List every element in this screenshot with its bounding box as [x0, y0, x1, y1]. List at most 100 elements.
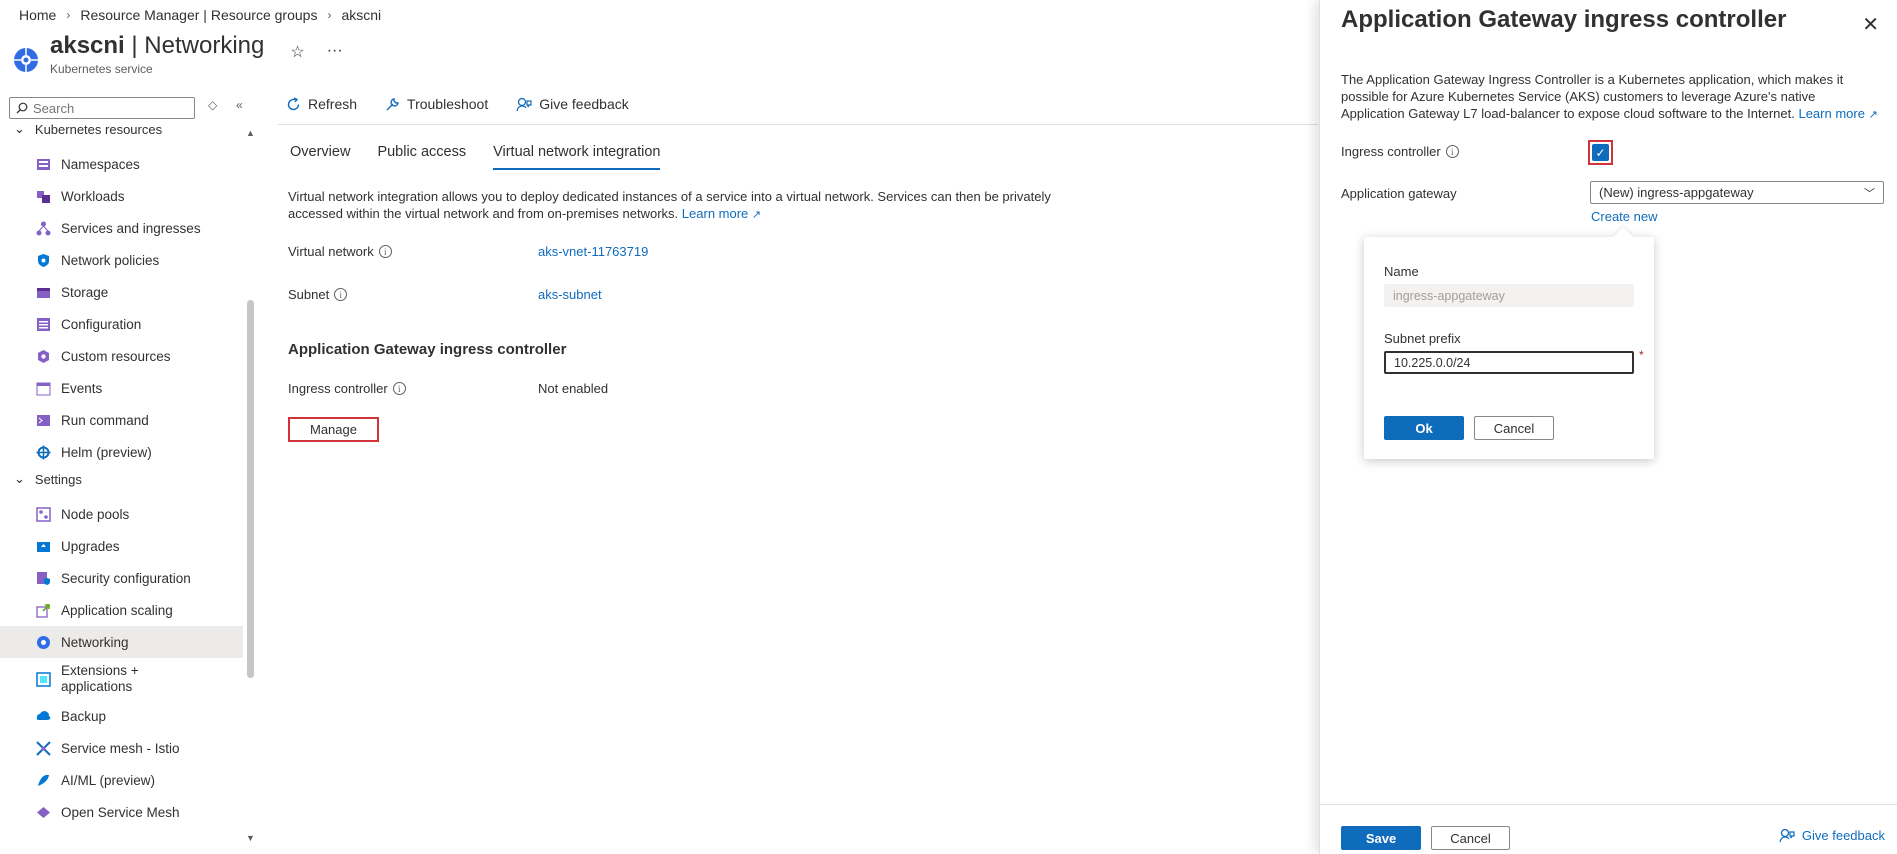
helm-icon: [36, 445, 51, 459]
troubleshoot-button[interactable]: Troubleshoot: [385, 96, 488, 112]
page-title: akscni | Networking: [50, 32, 265, 59]
events-icon: [36, 382, 51, 395]
name-label: Name: [1384, 264, 1419, 279]
upgrades-icon: [37, 541, 50, 552]
backup-icon: [36, 710, 51, 720]
refresh-icon: [287, 96, 300, 110]
extensions-icon: [36, 671, 51, 687]
learn-more-link[interactable]: Learn more ↗: [682, 206, 761, 221]
sidebar-item-extensions[interactable]: Extensions + applications: [0, 658, 243, 700]
chevron-right-icon: ›: [66, 8, 71, 22]
expand-collapse-icon[interactable]: ◇: [208, 98, 217, 112]
feedback-icon: [1779, 828, 1795, 843]
sidebar-item-security-configuration[interactable]: Security configuration: [0, 562, 243, 594]
sidebar-item-storage[interactable]: Storage: [0, 276, 243, 308]
info-icon[interactable]: i: [392, 382, 406, 395]
create-appgw-callout: Name Subnet prefix * Ok Cancel: [1364, 227, 1654, 459]
panel-learn-more-link[interactable]: Learn more ↗: [1798, 106, 1877, 121]
sidebar-section-settings[interactable]: ⌄ Settings: [14, 471, 82, 487]
custom-resources-icon: [38, 349, 49, 363]
run-command-icon: [37, 414, 50, 426]
external-link-icon: ↗: [751, 209, 762, 221]
namespaces-icon: [37, 158, 50, 170]
breadcrumb-resource-groups[interactable]: Resource Manager | Resource groups: [80, 7, 317, 23]
sidebar-item-configuration[interactable]: Configuration: [0, 308, 243, 340]
panel-ingress-label: Ingress controller i: [1341, 144, 1459, 159]
feedback-icon: [516, 97, 532, 111]
panel-title: Application Gateway ingress controller: [1341, 6, 1787, 33]
search-icon: [16, 102, 28, 114]
appgw-label: Application gateway: [1341, 186, 1457, 201]
name-input: [1384, 284, 1634, 307]
panel-cancel-button[interactable]: Cancel: [1431, 826, 1510, 850]
sidebar-item-open-service-mesh[interactable]: Open Service Mesh: [0, 796, 243, 828]
create-new-link[interactable]: Create new: [1591, 209, 1657, 224]
info-icon[interactable]: i: [334, 288, 348, 301]
sidebar-search[interactable]: [9, 97, 195, 119]
sidebar-item-workloads[interactable]: Workloads: [0, 180, 243, 212]
service-mesh-icon: [36, 740, 51, 756]
scroll-up-arrow-icon[interactable]: ▲: [246, 128, 255, 138]
services-icon: [36, 221, 51, 235]
more-options-icon[interactable]: ···: [327, 42, 343, 62]
sidebar-item-backup[interactable]: Backup: [0, 700, 243, 732]
security-icon: [37, 571, 50, 585]
sidebar-item-custom-resources[interactable]: Custom resources: [0, 340, 243, 372]
ingress-controller-checkbox[interactable]: ✓: [1592, 144, 1609, 161]
give-feedback-button[interactable]: Give feedback: [516, 96, 629, 112]
ingress-checkbox-highlight: ✓: [1588, 140, 1613, 165]
vnet-label: Virtual network i: [288, 244, 392, 259]
tab-public-access[interactable]: Public access: [377, 144, 466, 170]
refresh-button[interactable]: Refresh: [286, 96, 357, 112]
page-header: akscni | Networking Kubernetes service ☆…: [12, 32, 343, 76]
sidebar-item-upgrades[interactable]: Upgrades: [0, 530, 243, 562]
checkmark-icon: ✓: [1595, 145, 1606, 160]
sidebar-scrollbar-thumb[interactable]: [247, 300, 254, 678]
sidebar-search-input[interactable]: [33, 100, 183, 116]
close-icon[interactable]: ✕: [1862, 12, 1879, 37]
page-subtitle: Kubernetes service: [50, 62, 153, 76]
subnet-prefix-input[interactable]: [1384, 351, 1634, 374]
popup-ok-button[interactable]: Ok: [1384, 416, 1464, 440]
chevron-right-icon: ›: [327, 8, 332, 22]
collapse-sidebar-icon[interactable]: «: [236, 98, 243, 112]
sidebar-item-run-command[interactable]: Run command: [0, 404, 243, 436]
sidebar-item-networking[interactable]: Networking: [0, 626, 243, 658]
panel-give-feedback-link[interactable]: Give feedback: [1779, 828, 1885, 843]
breadcrumb-home[interactable]: Home: [19, 7, 56, 23]
popup-cancel-button[interactable]: Cancel: [1474, 416, 1554, 440]
node-pools-icon: [36, 506, 51, 522]
breadcrumb: Home › Resource Manager | Resource group…: [19, 7, 381, 23]
panel-footer-divider: [1320, 804, 1897, 805]
scroll-down-arrow-icon[interactable]: ▼: [246, 833, 255, 843]
save-button[interactable]: Save: [1341, 826, 1421, 850]
subnet-prefix-label: Subnet prefix: [1384, 331, 1461, 346]
sidebar-item-ai-ml[interactable]: AI/ML (preview): [0, 764, 243, 796]
sidebar-section-kubernetes-resources[interactable]: ⌄ Kubernetes resources: [14, 121, 162, 137]
sidebar-item-service-mesh-istio[interactable]: Service mesh - Istio: [0, 732, 243, 764]
sidebar-item-helm[interactable]: Helm (preview): [0, 436, 243, 468]
sidebar-item-node-pools[interactable]: Node pools: [0, 498, 243, 530]
kubernetes-service-icon: [14, 48, 38, 72]
sidebar-item-events[interactable]: Events: [0, 372, 243, 404]
manage-button[interactable]: Manage: [288, 417, 379, 442]
network-policies-icon: [38, 253, 49, 267]
toolbar-divider: [278, 124, 1318, 125]
vnet-link[interactable]: aks-vnet-11763719: [538, 244, 648, 259]
info-icon[interactable]: i: [378, 245, 392, 258]
sidebar-item-application-scaling[interactable]: Application scaling: [0, 594, 243, 626]
configuration-icon: [37, 317, 50, 331]
open-service-mesh-icon: [37, 806, 50, 818]
ingress-controller-label: Ingress controller i: [288, 381, 406, 396]
tab-overview[interactable]: Overview: [290, 144, 350, 170]
sidebar-item-services-ingresses[interactable]: Services and ingresses: [0, 212, 243, 244]
tab-virtual-network-integration[interactable]: Virtual network integration: [493, 144, 661, 170]
required-indicator: *: [1639, 348, 1644, 362]
appgw-select[interactable]: (New) ingress-appgateway ﹀: [1590, 181, 1884, 204]
subnet-link[interactable]: aks-subnet: [538, 287, 602, 302]
favorite-star-icon[interactable]: ☆: [290, 42, 304, 62]
chevron-down-icon: ⌄: [14, 471, 25, 486]
sidebar-item-namespaces[interactable]: Namespaces: [0, 148, 243, 180]
info-icon[interactable]: i: [1445, 145, 1459, 158]
sidebar-item-network-policies[interactable]: Network policies: [0, 244, 243, 276]
